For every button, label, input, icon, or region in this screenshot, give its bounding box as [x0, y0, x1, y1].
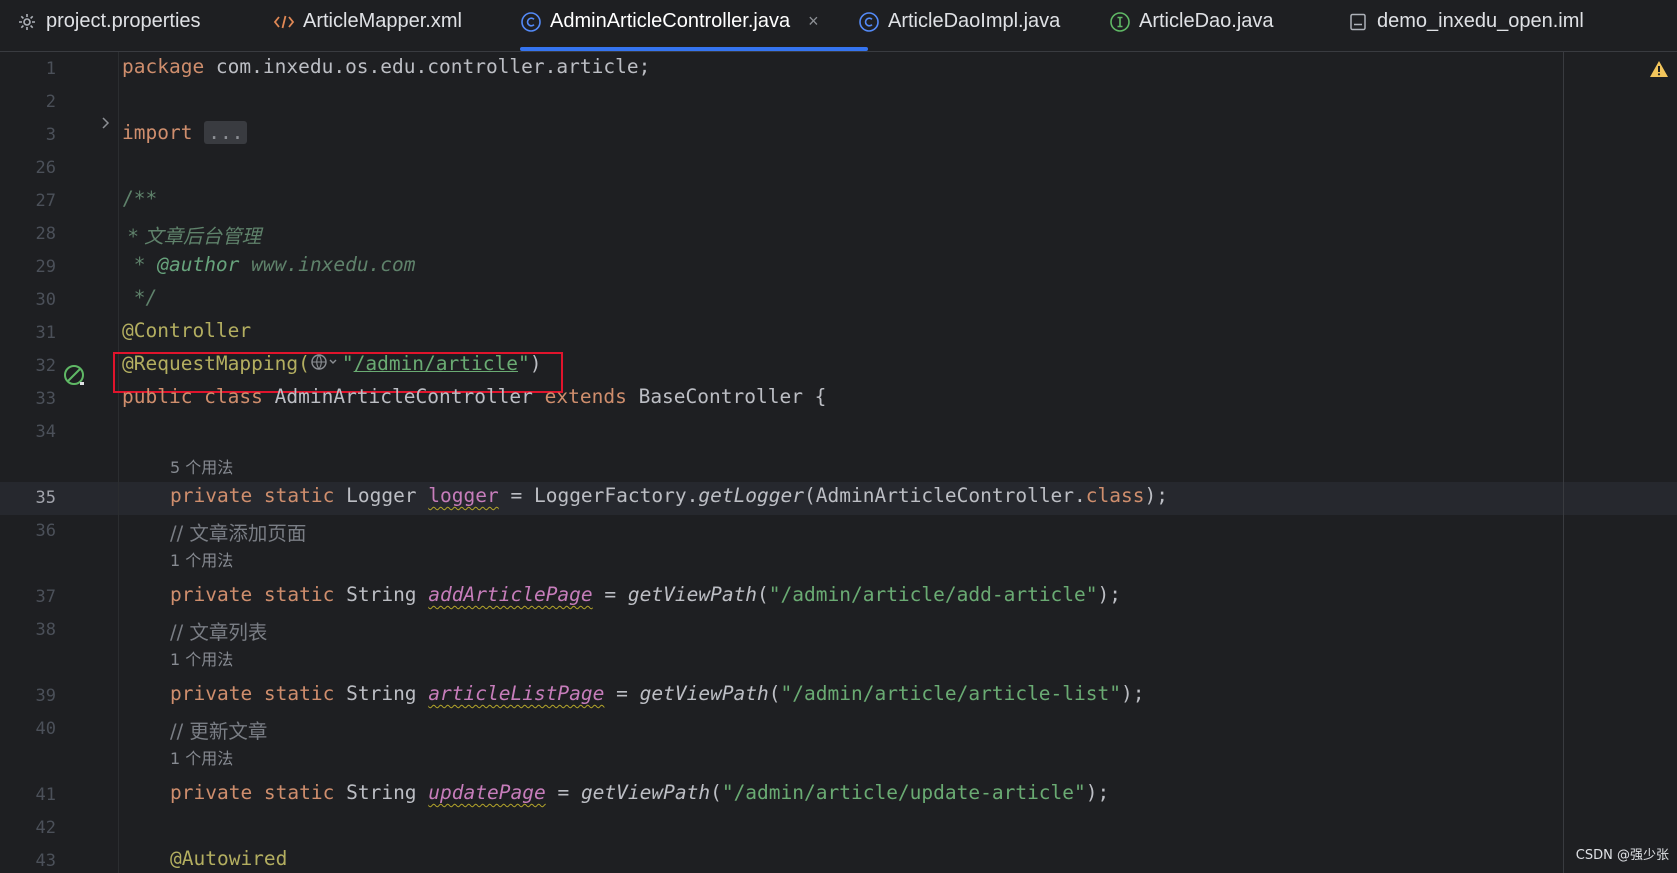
java-interface-icon	[1109, 11, 1131, 33]
tab-label: AdminArticleController.java	[550, 10, 791, 32]
code-line-38: // 文章列表	[170, 621, 268, 644]
tab-label: project.properties	[46, 10, 201, 32]
code-line-1: package com.inxedu.os.edu.controller.art…	[122, 55, 651, 78]
code-line-30: */	[122, 286, 158, 309]
usage-hint[interactable]: 1 个用法	[170, 547, 233, 571]
code-line-41: private static String updatePage = getVi…	[170, 781, 1110, 804]
line-number: 27	[35, 191, 56, 211]
line-number: 32	[35, 356, 56, 376]
tab-article-dao[interactable]: ArticleDao.java	[1109, 0, 1274, 43]
tab-label: ArticleDaoImpl.java	[888, 10, 1061, 32]
line-number: 40	[35, 719, 56, 739]
usage-hint[interactable]: 5 个用法	[170, 454, 233, 478]
code-line-27: /**	[122, 187, 158, 210]
tab-label: ArticleDao.java	[1139, 10, 1274, 32]
close-icon[interactable]: ×	[808, 11, 819, 32]
code-line-3: import ...	[122, 121, 248, 144]
line-number: 42	[35, 818, 56, 838]
line-number: 30	[35, 290, 56, 310]
code-line-37: private static String addArticlePage = g…	[170, 583, 1122, 606]
code-line-36: // 文章添加页面	[170, 522, 307, 545]
line-number: 1	[45, 59, 56, 79]
line-number-gutter[interactable]: 1 2 3 26 27 28 29 30 31 32 33 34 35 36 3…	[0, 52, 118, 873]
line-number: 39	[35, 686, 56, 706]
right-margin-guide	[1563, 52, 1564, 873]
code-line-28: * 文章后台管理	[122, 225, 262, 248]
spring-bean-icon[interactable]	[63, 364, 87, 393]
usage-hint[interactable]: 1 个用法	[170, 646, 233, 670]
line-number: 34	[35, 422, 56, 442]
code-line-39: private static String articleListPage = …	[170, 682, 1145, 705]
tab-label: ArticleMapper.xml	[303, 10, 462, 32]
line-number: 2	[45, 92, 56, 112]
code-editor[interactable]: 1 2 3 26 27 28 29 30 31 32 33 34 35 36 3…	[0, 52, 1677, 873]
tab-article-dao-impl[interactable]: ArticleDaoImpl.java	[858, 0, 1060, 43]
line-number: 33	[35, 389, 56, 409]
xml-tag-icon	[273, 11, 295, 33]
module-file-icon	[1347, 11, 1369, 33]
code-line-43: @Autowired	[170, 847, 288, 870]
fold-chevron-icon[interactable]	[100, 116, 112, 135]
code-line-35: private static Logger logger = LoggerFac…	[170, 484, 1168, 507]
tab-label: demo_inxedu_open.iml	[1377, 10, 1584, 32]
java-class-icon	[858, 11, 880, 33]
gutter-separator	[118, 52, 119, 873]
folded-imports[interactable]: ...	[204, 121, 248, 144]
line-number: 31	[35, 323, 56, 343]
line-number: 3	[45, 125, 56, 145]
watermark: CSDN @强少张	[1575, 848, 1669, 863]
code-line-29: * @author www.inxedu.com	[122, 253, 416, 276]
usage-hint[interactable]: 1 个用法	[170, 745, 233, 769]
code-line-31: @Controller	[122, 319, 252, 342]
line-number-current: 35	[35, 488, 56, 508]
code-line-33: public class AdminArticleController exte…	[122, 385, 827, 408]
line-number: 37	[35, 587, 56, 607]
line-number: 26	[35, 158, 56, 178]
warning-icon[interactable]	[1649, 60, 1669, 83]
editor-tab-bar: project.properties ArticleMapper.xml Adm…	[0, 0, 1677, 52]
line-number: 38	[35, 620, 56, 640]
code-line-40: // 更新文章	[170, 720, 268, 743]
line-number: 29	[35, 257, 56, 277]
active-tab-indicator	[520, 47, 868, 51]
gear-icon	[16, 11, 38, 33]
java-class-icon	[520, 11, 542, 33]
tab-project-properties[interactable]: project.properties	[16, 0, 201, 43]
tab-demo-inxedu-open-iml[interactable]: demo_inxedu_open.iml	[1347, 0, 1584, 43]
tab-admin-article-controller[interactable]: AdminArticleController.java ×	[520, 0, 819, 43]
line-number: 43	[35, 851, 56, 871]
line-number: 28	[35, 224, 56, 244]
tab-article-mapper-xml[interactable]: ArticleMapper.xml	[273, 0, 462, 43]
line-number: 41	[35, 785, 56, 805]
line-number: 36	[35, 521, 56, 541]
